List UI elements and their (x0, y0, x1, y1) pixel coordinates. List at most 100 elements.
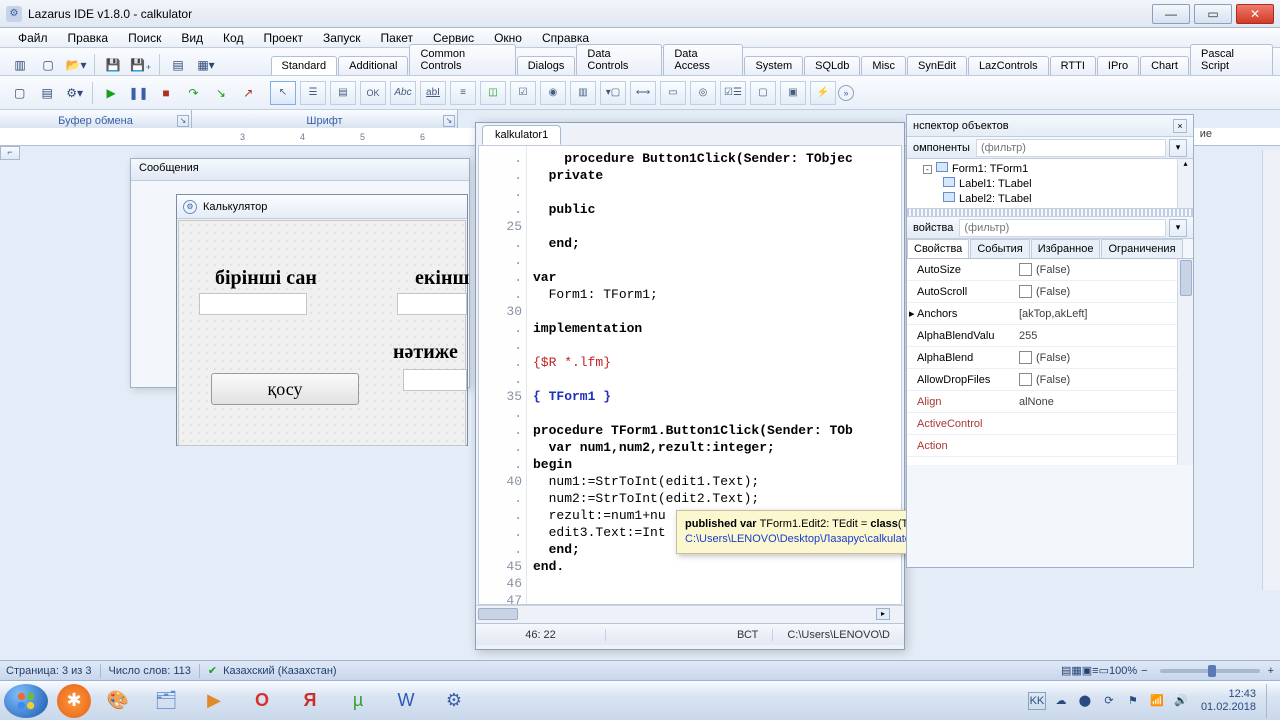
tab-restricted[interactable]: Ограничения (1101, 239, 1182, 258)
word-count[interactable]: Число слов: 113 (109, 665, 191, 677)
palette-radiogroup-icon[interactable]: ◎ (690, 81, 716, 105)
step-over-icon[interactable]: ↷ (182, 82, 205, 104)
tray-shield-icon[interactable]: ⬤ (1076, 692, 1094, 710)
form-edit3[interactable] (403, 369, 467, 391)
step-out-icon[interactable]: ↗ (237, 82, 260, 104)
tab-common[interactable]: Common Controls (409, 44, 515, 75)
zoom-out-icon[interactable]: − (1141, 665, 1147, 677)
tab-misc[interactable]: Misc (861, 56, 906, 75)
gutter[interactable]: ....25....30....35....40....454647 (479, 146, 527, 604)
zoom-value[interactable]: 100% (1109, 665, 1137, 677)
start-button[interactable] (4, 684, 48, 718)
props-filter-clear-icon[interactable]: ▾ (1169, 219, 1187, 237)
menu-view[interactable]: Вид (171, 30, 213, 46)
tray-cloud-icon[interactable]: ☁ (1052, 692, 1070, 710)
property-row[interactable]: ActiveControl (907, 413, 1193, 435)
palette-panel-icon[interactable]: ▢ (750, 81, 776, 105)
property-row[interactable]: AutoSize(False) (907, 259, 1193, 281)
form-label2[interactable]: екінш (415, 267, 469, 290)
editor-tab[interactable]: kalkulator1 (482, 125, 561, 145)
source-editor[interactable]: kalkulator1 ....25....30....35....40....… (475, 122, 905, 650)
tab-rtti[interactable]: RTTI (1050, 56, 1096, 75)
menu-code[interactable]: Код (213, 30, 253, 46)
tab-dataaccess[interactable]: Data Access (663, 44, 743, 75)
view-print-icon[interactable]: ▤ (1061, 664, 1071, 677)
taskbar-paint-icon[interactable]: 🎨 (97, 685, 139, 717)
tab-favorites[interactable]: Избранное (1031, 239, 1101, 258)
palette-popupmenu-icon[interactable]: ▤ (330, 81, 356, 105)
palette-actionlist-icon[interactable]: ⚡ (810, 81, 836, 105)
toggle-form-icon[interactable]: ▤ (166, 54, 190, 76)
palette-scrollbar-icon[interactable]: ⟷ (630, 81, 656, 105)
property-row[interactable]: Action (907, 435, 1193, 457)
palette-frame-icon[interactable]: ▣ (780, 81, 806, 105)
show-desktop-button[interactable] (1266, 684, 1276, 718)
tab-properties[interactable]: Свойства (907, 239, 969, 258)
tray-flag-icon[interactable]: ⚑ (1124, 692, 1142, 710)
build-modes-icon[interactable]: ⚙▾ (63, 82, 86, 104)
form-designer[interactable]: ⚙Калькулятор бірінші сан екінш нәтиже қо… (176, 194, 468, 446)
palette-memo-icon[interactable]: ≡ (450, 81, 476, 105)
tab-lazcontrols[interactable]: LazControls (968, 56, 1049, 75)
palette-checkgroup-icon[interactable]: ☑☰ (720, 81, 746, 105)
pause-icon[interactable]: ❚❚ (127, 82, 150, 104)
palette-mainmenu-icon[interactable]: ☰ (300, 81, 326, 105)
editor-hscrollbar[interactable]: ▸ (476, 605, 904, 623)
palette-chevron-icon[interactable]: » (838, 85, 854, 101)
palette-togglebox-icon[interactable]: ◫ (480, 81, 506, 105)
form-button-add[interactable]: қосу (211, 373, 359, 405)
run-icon[interactable]: ▶ (99, 82, 122, 104)
view-read-icon[interactable]: ▦ (1071, 664, 1081, 677)
object-inspector[interactable]: нспектор объектов× омпоненты ▾ -Form1: T… (906, 114, 1194, 568)
menu-edit[interactable]: Правка (58, 30, 119, 46)
tab-ipro[interactable]: IPro (1097, 56, 1139, 75)
form-canvas[interactable]: бірінші сан екінш нәтиже қосу (178, 220, 466, 446)
palette-pointer-icon[interactable]: ↖ (270, 81, 296, 105)
step-into-icon[interactable]: ↘ (209, 82, 232, 104)
filter-clear-icon[interactable]: ▾ (1169, 139, 1187, 157)
menu-search[interactable]: Поиск (118, 30, 171, 46)
tab-events[interactable]: События (970, 239, 1029, 258)
form-edit2[interactable] (397, 293, 467, 315)
close-button[interactable]: ✕ (1236, 4, 1274, 24)
page-count[interactable]: Страница: 3 из 3 (6, 665, 92, 677)
property-row[interactable]: AutoScroll(False) (907, 281, 1193, 303)
open-icon[interactable]: 📂▾ (64, 54, 88, 76)
palette-listbox-icon[interactable]: ▥ (570, 81, 596, 105)
palette-radiobutton-icon[interactable]: ◉ (540, 81, 566, 105)
view-forms-icon[interactable]: ▢ (8, 82, 31, 104)
maximize-button[interactable]: ▭ (1194, 4, 1232, 24)
save-icon[interactable]: 💾 (101, 54, 125, 76)
tray-network-icon[interactable]: 📶 (1148, 692, 1166, 710)
language-label[interactable]: Казахский (Казахстан) (223, 665, 336, 677)
taskbar-mediaplayer-icon[interactable]: ▶ (193, 685, 235, 717)
property-row[interactable]: ▸ Anchors[akTop,akLeft] (907, 303, 1193, 325)
tab-chart[interactable]: Chart (1140, 56, 1189, 75)
menu-project[interactable]: Проект (253, 30, 313, 46)
tray-clock[interactable]: 12:4301.02.2018 (1201, 688, 1262, 714)
proofing-icon[interactable]: ✔ (208, 664, 217, 677)
tray-lang[interactable]: KK (1028, 692, 1046, 710)
word-margin-icon[interactable]: ⌐ (0, 146, 20, 160)
taskbar-yandex-icon[interactable]: Я (289, 685, 331, 717)
palette-groupbox-icon[interactable]: ▭ (660, 81, 686, 105)
stop-icon[interactable]: ■ (154, 82, 177, 104)
word-vscrollbar[interactable] (1262, 150, 1280, 590)
tab-standard[interactable]: Standard (271, 56, 338, 75)
save-all-icon[interactable]: 💾₊ (129, 54, 153, 76)
new-unit-icon[interactable]: ▥ (8, 54, 32, 76)
palette-button-icon[interactable]: OK (360, 81, 386, 105)
form-label3[interactable]: нәтиже (393, 341, 458, 364)
taskbar-opera-icon[interactable]: O (241, 685, 283, 717)
view-web-icon[interactable]: ▣ (1082, 664, 1092, 677)
view-draft-icon[interactable]: ▭ (1099, 664, 1109, 677)
taskbar-utorrent-icon[interactable]: µ (337, 685, 379, 717)
tab-synedit[interactable]: SynEdit (907, 56, 967, 75)
view-units-icon[interactable]: ▦▾ (194, 54, 218, 76)
taskbar-word-icon[interactable]: W (385, 685, 427, 717)
form-label1[interactable]: бірінші сан (215, 267, 317, 290)
taskbar-lazarus-icon[interactable]: ⚙ (433, 685, 475, 717)
docked-tab-label[interactable]: ие (1200, 128, 1212, 140)
property-row[interactable]: AllowDropFiles(False) (907, 369, 1193, 391)
property-row[interactable]: AlignalNone (907, 391, 1193, 413)
